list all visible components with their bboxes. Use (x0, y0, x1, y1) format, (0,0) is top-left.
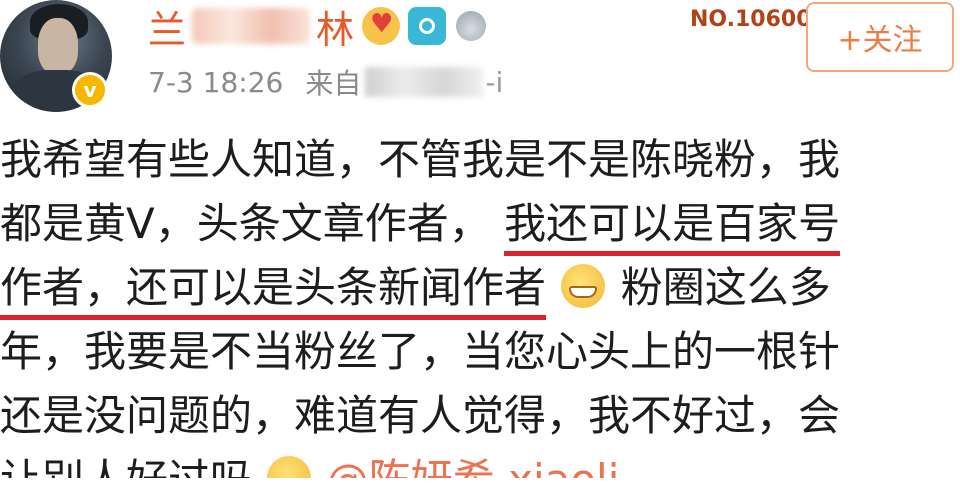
follow-button[interactable]: +关注 (806, 2, 954, 72)
post-text: 还是没问题的，难道有人觉得，我不好过，会 (0, 391, 841, 440)
post-line: 我希望有些人知道，不管我是不是陈晓粉，我 (0, 128, 960, 192)
post-source-redacted (365, 67, 484, 97)
post-meta: 7-3 18:26 来自 -i (148, 62, 503, 102)
post-line: 都是黄V，头条文章作者， 我还可以是百家号 (0, 192, 960, 256)
smile-emoji-icon (267, 456, 312, 478)
author-name-end: 林 (316, 7, 355, 52)
post-line: 还是没问题的，难道有人觉得，我不好过，会 (0, 384, 960, 448)
highlighted-text: 我还可以是百家号 (504, 199, 841, 256)
rank-label: NO.10600 (690, 6, 810, 32)
post-source-label: 来自 (305, 67, 362, 100)
medal-badge-icon[interactable] (456, 11, 487, 41)
post-text: 粉圈这么多 (620, 263, 831, 312)
post-text: 都是黄V，头条文章作者， (0, 199, 491, 248)
post-body: 我希望有些人知道，不管我是不是陈晓粉，我 都是黄V，头条文章作者， 我还可以是百… (0, 128, 960, 478)
author-name-redacted (192, 8, 311, 44)
post-line: 作者，还可以是头条新闻作者 粉圈这么多 (0, 256, 960, 320)
heart-badge-icon[interactable] (362, 7, 401, 45)
post-text: 让别人好过吗 (0, 455, 252, 478)
avatar-face (38, 18, 78, 74)
grin-emoji-icon (561, 264, 606, 308)
author-name[interactable]: 兰 林 (148, 4, 487, 52)
mention-link[interactable]: @陈妍希 xiaoli (327, 455, 620, 478)
verified-v-icon: v (72, 72, 108, 108)
post-line: 年，我要是不当粉丝了，当您心头上的一根针 (0, 320, 960, 384)
author-name-start: 兰 (148, 7, 187, 52)
post-line-clipped: 让别人好过吗 @陈妍希 xiaoli (0, 448, 960, 478)
post-text: 我希望有些人知道，不管我是不是陈晓粉，我 (0, 135, 841, 184)
post-source-tail: -i (485, 65, 504, 99)
post-time[interactable]: 7-3 18:26 (148, 66, 283, 99)
highlighted-text: 作者，还可以是头条新闻作者 (0, 263, 547, 320)
post-text: 年，我要是不当粉丝了，当您心头上的一根针 (0, 327, 841, 376)
camera-badge-icon[interactable] (408, 7, 447, 45)
